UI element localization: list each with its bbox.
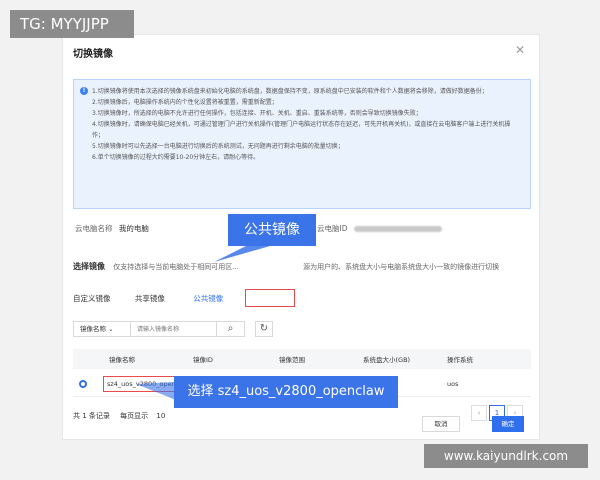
col-header-scope: 镜像范围 <box>279 356 305 364</box>
pc-name-row: 云电脑名称 我的电脑 <box>75 223 149 234</box>
row-radio[interactable] <box>79 379 87 388</box>
close-icon[interactable]: ✕ <box>515 43 525 57</box>
notice-line-3: 3.切换镜像时，所选择的电脑不允许进行任何操作，包括连接、开机、关机、重启、重装… <box>92 110 422 117</box>
pager-prev[interactable]: ‹ <box>471 405 487 421</box>
notice-line-6: 6.单个切换镜像的过程大约需要10-20分钟左右，请耐心等待。 <box>92 154 260 161</box>
row-os: uos <box>447 379 459 388</box>
cancel-button[interactable]: 取消 <box>422 416 460 432</box>
search-group: 镜像名称 ⌄ ⌕ <box>73 321 245 337</box>
pc-id-label: 云电脑ID <box>317 224 348 233</box>
dialog-title: 切换镜像 <box>73 49 113 60</box>
per-page-label: 每页显示 <box>120 412 149 420</box>
tab-custom-image[interactable]: 自定义镜像 <box>73 294 111 303</box>
search-input[interactable] <box>131 321 217 337</box>
tab-shared-image[interactable]: 共享镜像 <box>135 294 165 303</box>
select-image-hint: 仅支持选择与当前电脑处于相同可用区... <box>113 263 239 271</box>
tab-public-image[interactable]: 公共镜像 <box>193 294 223 303</box>
chevron-down-icon: ⌄ <box>108 325 114 333</box>
search-icon[interactable]: ⌕ <box>217 321 245 337</box>
select-image-hint-tail: 源为用户的、系统盘大小与电脑系统盘大小一致的镜像进行切换 <box>303 263 500 271</box>
col-header-os: 操作系统 <box>447 356 473 364</box>
confirm-button[interactable]: 确定 <box>492 416 524 432</box>
notice-line-1: 1.切换镜像将使用本次选择的镜像系统盘来初始化电脑的系统盘，数据盘保持不变，原系… <box>92 88 488 95</box>
callout-public-image: 公共镜像 <box>228 214 316 246</box>
footer-summary: 共 1 条记录 每页显示 10 <box>73 411 165 421</box>
pc-id-row: 云电脑ID <box>317 223 442 234</box>
pc-name-label: 云电脑名称 <box>75 224 113 233</box>
info-icon: ! <box>80 87 88 95</box>
notice-line-2: 2.切换镜像后，电脑操作系统内的个性化设置将被重置，需重新配置； <box>92 99 278 106</box>
total-records: 共 1 条记录 <box>73 412 110 420</box>
select-image-row: 选择镜像 仅支持选择与当前电脑处于相同可用区... 源为用户的、系统盘大小与电脑… <box>73 261 533 272</box>
pc-id-value-redacted <box>353 226 442 232</box>
select-image-label: 选择镜像 <box>73 262 105 271</box>
notice-line-5: 5.切换镜像时可以先选择一台电脑进行切换后的系统测试，无问题再进行剩余电脑的批量… <box>92 143 344 150</box>
callout-select-image: 选择 sz4_uos_v2800_openclaw <box>174 376 398 408</box>
image-tabs: 自定义镜像 共享镜像 公共镜像 <box>73 293 245 304</box>
tg-label: TG: MYYJJPP <box>10 10 134 38</box>
watermark: www.kaiyundlrk.com <box>424 444 588 468</box>
row-radio-cell <box>79 371 87 396</box>
col-header-name: 镜像名称 <box>109 356 135 364</box>
refresh-icon[interactable]: ↻ <box>255 321 273 337</box>
public-tab-highlight <box>245 289 295 307</box>
col-header-id: 镜像ID <box>193 356 213 364</box>
search-field-select-label: 镜像名称 <box>80 325 106 333</box>
pc-name-value: 我的电脑 <box>118 224 149 233</box>
col-header-disk: 系统盘大小(GB) <box>363 356 411 364</box>
search-field-select[interactable]: 镜像名称 ⌄ <box>73 321 131 337</box>
per-page-value[interactable]: 10 <box>156 412 165 420</box>
notice-box: ! 1.切换镜像将使用本次选择的镜像系统盘来初始化电脑的系统盘，数据盘保持不变，… <box>73 79 531 209</box>
table-header: 镜像名称 镜像ID 镜像范围 系统盘大小(GB) 操作系统 <box>73 349 531 369</box>
notice-line-4: 4.切换镜像时，请确保电脑已经关机，可通过管理门户进行关机操作(管理门户电脑运行… <box>92 121 511 139</box>
